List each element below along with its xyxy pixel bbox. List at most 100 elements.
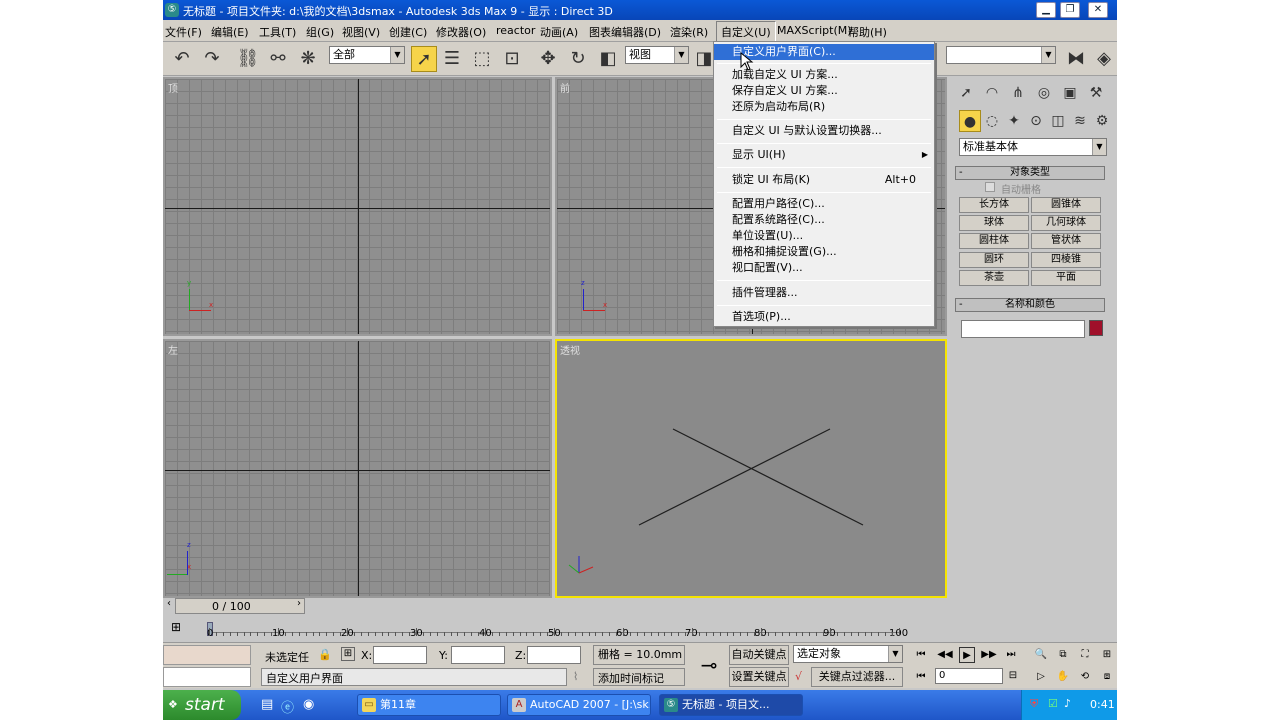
- maximize-viewport-icon[interactable]: ⧈: [1099, 669, 1115, 685]
- menu-item-lock-ui-layout[interactable]: 锁定 UI 布局(K) Alt+0: [714, 172, 934, 188]
- link-icon[interactable]: ⛓: [235, 46, 261, 72]
- select-object-icon[interactable]: ➚: [411, 46, 437, 72]
- bind-spacewarp-icon[interactable]: ❋: [295, 46, 321, 72]
- taskbar-item-3dsmax[interactable]: ⑤ 无标题 - 项目文...: [659, 694, 803, 716]
- previous-frame-icon[interactable]: ◀◀: [937, 647, 953, 663]
- play-icon[interactable]: ▶: [959, 647, 975, 663]
- menu-item-save-ui-scheme[interactable]: 保存自定义 UI 方案...: [714, 83, 934, 99]
- menu-item-ui-switcher[interactable]: 自定义 UI 与默认设置切换器...: [714, 123, 934, 139]
- maxscript-listener-mini[interactable]: [163, 645, 251, 665]
- menu-item-preferences[interactable]: 首选项(P)...: [714, 309, 934, 325]
- absolute-mode-icon[interactable]: ⊞: [341, 647, 355, 661]
- taskbar-item-autocad[interactable]: A AutoCAD 2007 - [J:\sk...: [507, 694, 651, 716]
- geometry-icon[interactable]: ●: [959, 110, 981, 132]
- menu-file[interactable]: 文件(F): [165, 24, 202, 40]
- key-filters-button[interactable]: 关键点过滤器...: [811, 667, 903, 687]
- move-icon[interactable]: ✥: [535, 46, 561, 72]
- taskbar-item-folder[interactable]: ▭ 第11章: [357, 694, 501, 716]
- utilities-tab-icon[interactable]: ⚒: [1085, 82, 1107, 104]
- lock-selection-icon[interactable]: 🔒: [318, 648, 332, 661]
- menu-maxscript[interactable]: MAXScript(M): [777, 24, 852, 37]
- menu-item-configure-user-paths[interactable]: 配置用户路径(C)...: [714, 196, 934, 212]
- object-color-swatch[interactable]: [1089, 320, 1103, 336]
- pyramid-button[interactable]: 四棱锥: [1031, 252, 1101, 268]
- create-tab-icon[interactable]: ➚: [955, 82, 977, 104]
- viewport-perspective[interactable]: 透视: [555, 339, 947, 598]
- time-configuration-icon[interactable]: ⊟: [1005, 668, 1021, 684]
- next-frame-icon[interactable]: ▶▶: [981, 647, 997, 663]
- selection-filter-dropdown[interactable]: 全部 ▼: [329, 46, 405, 64]
- ie-icon[interactable]: ⓔ: [281, 697, 294, 716]
- security-icon[interactable]: ⛨: [1030, 697, 1038, 711]
- menu-edit[interactable]: 编辑(E): [211, 24, 249, 40]
- unlink-icon[interactable]: ⚯: [265, 46, 291, 72]
- current-frame-field[interactable]: 0: [935, 668, 1003, 684]
- menu-item-show-ui[interactable]: 显示 UI(H) ▶: [714, 147, 934, 163]
- reference-coordinate-dropdown[interactable]: 视图 ▼: [625, 46, 689, 64]
- menu-rendering[interactable]: 渲染(R): [670, 24, 708, 40]
- close-button[interactable]: ✕: [1088, 2, 1108, 18]
- restore-button[interactable]: ❐: [1060, 2, 1080, 18]
- scale-icon[interactable]: ◧: [595, 46, 621, 72]
- minimize-button[interactable]: ▁: [1036, 2, 1056, 18]
- menu-item-viewport-configuration[interactable]: 视口配置(V)...: [714, 260, 934, 276]
- maxscript-listener-input[interactable]: [163, 667, 251, 687]
- prev-frame-icon[interactable]: ‹: [163, 598, 175, 614]
- field-of-view-icon[interactable]: ▷: [1033, 669, 1049, 685]
- key-filter-icon[interactable]: √: [795, 670, 802, 683]
- viewport-left[interactable]: 左 z x: [163, 339, 552, 598]
- tube-button[interactable]: 管状体: [1031, 233, 1101, 249]
- name-color-rollout[interactable]: - 名称和颜色: [955, 298, 1105, 312]
- key-mode-dropdown[interactable]: 选定对象 ▼: [793, 645, 903, 663]
- sphere-button[interactable]: 球体: [959, 215, 1029, 231]
- set-key-button[interactable]: 设置关键点: [729, 667, 789, 687]
- menu-item-revert-startup-layout[interactable]: 还原为启动布局(R): [714, 99, 934, 115]
- shapes-icon[interactable]: ◌: [981, 110, 1003, 132]
- menu-help[interactable]: 帮助(H): [848, 24, 887, 40]
- z-coordinate-field[interactable]: [527, 646, 581, 664]
- select-by-name-icon[interactable]: ☰: [439, 46, 465, 72]
- network-icon[interactable]: ☑: [1048, 697, 1058, 710]
- menu-item-grid-snap-settings[interactable]: 栅格和捕捉设置(G)...: [714, 244, 934, 260]
- menu-item-units-setup[interactable]: 单位设置(U)...: [714, 228, 934, 244]
- menu-customize[interactable]: 自定义(U): [716, 21, 776, 43]
- object-type-rollout[interactable]: - 对象类型: [955, 166, 1105, 180]
- key-icon[interactable]: ⊸: [693, 649, 725, 681]
- go-to-start-icon[interactable]: ⏮: [913, 647, 929, 663]
- go-to-end-icon[interactable]: ⏭: [1003, 647, 1019, 663]
- menu-item-configure-system-paths[interactable]: 配置系统路径(C)...: [714, 212, 934, 228]
- time-slider[interactable]: 0 / 100: [175, 598, 305, 614]
- autogrid-checkbox[interactable]: [985, 182, 995, 192]
- named-selection-dropdown[interactable]: ▼: [946, 46, 1056, 64]
- plane-button[interactable]: 平面: [1031, 270, 1101, 286]
- rotate-icon[interactable]: ↻: [565, 46, 591, 72]
- cameras-icon[interactable]: ⊙: [1025, 110, 1047, 132]
- x-coordinate-field[interactable]: [373, 646, 427, 664]
- rect-selection-icon[interactable]: ⬚: [469, 46, 495, 72]
- curve-editor-icon[interactable]: ⊞: [171, 620, 189, 636]
- space-warps-icon[interactable]: ≋: [1069, 110, 1091, 132]
- cylinder-button[interactable]: 圆柱体: [959, 233, 1029, 249]
- auto-key-button[interactable]: 自动关键点: [729, 645, 789, 665]
- undo-icon[interactable]: ↶: [169, 46, 195, 72]
- media-player-icon[interactable]: ◉: [303, 697, 314, 712]
- menu-reactor[interactable]: reactor: [496, 24, 535, 37]
- menu-group[interactable]: 组(G): [306, 24, 334, 40]
- title-bar[interactable]: ⑤ 无标题 - 项目文件夹: d:\我的文档\3dsmax - Autodesk…: [163, 0, 1117, 20]
- box-button[interactable]: 长方体: [959, 197, 1029, 213]
- menu-graph-editors[interactable]: 图表编辑器(D): [589, 24, 661, 40]
- motion-tab-icon[interactable]: ◎: [1033, 82, 1055, 104]
- time-tag-icon[interactable]: ⌇: [573, 670, 578, 683]
- show-desktop-icon[interactable]: ▤: [261, 697, 273, 712]
- align-icon[interactable]: ◈: [1091, 46, 1117, 72]
- geometry-category-dropdown[interactable]: 标准基本体 ▼: [959, 138, 1107, 156]
- next-frame-icon[interactable]: ›: [293, 598, 305, 614]
- systems-icon[interactable]: ⚙: [1091, 110, 1113, 132]
- menu-tools[interactable]: 工具(T): [259, 24, 296, 40]
- volume-icon[interactable]: ♪: [1064, 697, 1071, 710]
- display-tab-icon[interactable]: ▣: [1059, 82, 1081, 104]
- orbit-icon[interactable]: ⟲: [1077, 669, 1093, 685]
- hierarchy-tab-icon[interactable]: ⋔: [1007, 82, 1029, 104]
- object-name-field[interactable]: [961, 320, 1085, 338]
- add-time-tag-button[interactable]: 添加时间标记: [593, 668, 685, 686]
